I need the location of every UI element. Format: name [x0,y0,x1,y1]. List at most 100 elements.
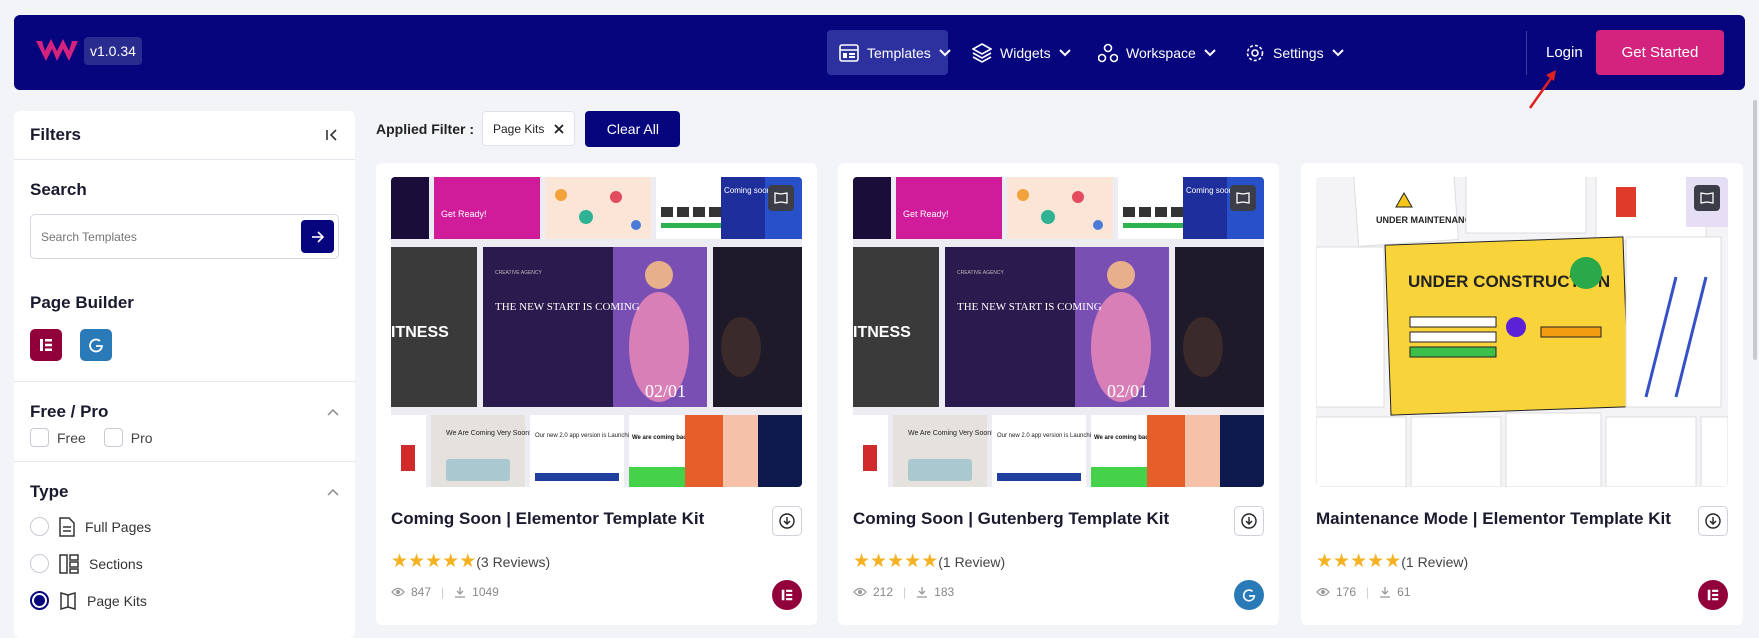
download-button[interactable] [1234,506,1264,536]
template-card[interactable]: Get Ready! Coming soon ITNESS CREATIVE A… [838,163,1279,625]
view-count: 212 [873,585,894,599]
preview-button[interactable] [1230,185,1256,211]
fitness-text: ITNESS [391,324,449,341]
card-stats: 212 | 183 [853,585,954,599]
search-title: Search [30,180,87,199]
collapse-sidebar-icon[interactable] [325,129,339,141]
brand-logo-icon[interactable] [34,35,80,67]
get-ready-text: Get Ready! [903,209,949,219]
free-label: Free [57,429,86,446]
filters-sidebar: Filters Search Page Builder Free / Pro [14,111,355,638]
chevron-up-icon[interactable] [327,488,339,496]
filter-chip-label: Page Kits [493,121,545,136]
pro-checkbox[interactable]: Pro [103,428,153,447]
stats-divider: | [903,585,907,599]
chevron-down-icon [1058,48,1071,56]
template-thumbnail[interactable]: Get Ready! Coming soon ITNESS CREATIVE A… [391,177,802,487]
star-icon: ★ [1350,551,1368,572]
book-icon [1700,192,1714,204]
applied-filter-label: Applied Filter : [376,120,474,137]
review-count[interactable]: (3 Reviews) [476,554,550,570]
free-checkbox-box[interactable] [30,428,49,447]
sections-radio[interactable] [30,554,49,573]
creative-agency-text: CREATIVE AGENCY [957,270,1005,276]
red-arrow-annotation-icon [1528,70,1556,109]
card-stats: 847 | 1049 [391,585,499,599]
search-input[interactable] [41,229,291,244]
type-option-full-pages[interactable]: Full Pages [30,508,339,545]
sections-icon [59,553,79,574]
preview-button[interactable] [1694,185,1720,211]
download-count: 1049 [472,585,499,599]
gutenberg-icon [89,338,103,353]
review-count[interactable]: (1 Review) [1401,554,1468,570]
template-thumbnail[interactable]: UNDER MAINTENANCE UNDER CONSTRUCTION [1316,177,1728,487]
gutenberg-icon [1242,589,1256,602]
type-option-sections[interactable]: Sections [30,545,339,582]
search-submit-button[interactable] [301,220,334,253]
template-title[interactable]: Maintenance Mode | Elementor Template Ki… [1316,509,1671,529]
download-button[interactable] [1698,506,1728,536]
full-pages-radio[interactable] [30,517,49,536]
gear-icon [1246,44,1264,61]
maintenance-preview-icon: UNDER MAINTENANCE UNDER CONSTRUCTION [1316,177,1728,487]
download-icon [1241,513,1257,529]
template-title[interactable]: Coming Soon | Elementor Template Kit [391,509,704,529]
creative-agency-text: CREATIVE AGENCY [495,270,543,276]
get-started-button[interactable]: Get Started [1596,30,1724,75]
version-badge: v1.0.34 [84,37,142,65]
card-stats: 176 | 61 [1316,585,1411,599]
sections-label: Sections [89,555,143,572]
nav-workspace[interactable]: Workspace [1086,30,1228,75]
chevron-up-icon[interactable] [327,408,339,416]
coming-soon-preview-icon: Get Ready! Coming soon ITNESS CREATIVE A… [391,177,802,487]
new-start-text: THE NEW START IS COMING [957,301,1102,313]
eye-icon [1316,587,1330,597]
nav-settings-label: Settings [1273,44,1324,61]
close-icon[interactable] [554,123,565,134]
pro-label: Pro [130,429,153,446]
star-icon: ★ [408,551,426,572]
login-link[interactable]: Login [1546,44,1583,61]
review-count[interactable]: (1 Review) [938,554,1005,570]
star-icon: ★ [1316,551,1334,572]
preview-button[interactable] [768,185,794,211]
elementor-filter-button[interactable] [30,329,62,361]
template-title[interactable]: Coming Soon | Gutenberg Template Kit [853,509,1169,529]
nav-templates[interactable]: Templates [827,30,951,75]
nav-widgets-label: Widgets [1000,44,1051,61]
full-pages-label: Full Pages [85,518,152,535]
we-are-coming-text: We Are Coming Very Soon! [446,430,531,437]
arrow-right-icon [311,230,324,243]
filter-chip-page-kits[interactable]: Page Kits [482,111,576,146]
nav-widgets[interactable]: Widgets [960,30,1083,75]
gutenberg-filter-button[interactable] [80,329,112,361]
date-text: 02/01 [1107,381,1148,401]
star-icon: ★ [442,551,460,572]
template-thumbnail[interactable]: Get Ready! Coming soon ITNESS CREATIVE A… [853,177,1264,487]
template-card[interactable]: UNDER MAINTENANCE UNDER CONSTRUCTION Mai… [1301,163,1743,625]
download-button[interactable] [772,506,802,536]
free-checkbox[interactable]: Free [30,428,86,447]
pro-checkbox-box[interactable] [103,428,123,447]
book-icon [1236,192,1250,204]
elementor-icon [1707,589,1719,601]
free-pro-title: Free / Pro [30,402,109,421]
star-icon: ★ [391,551,409,572]
book-icon [60,591,76,610]
layers-icon [972,42,992,63]
book-icon [774,192,788,204]
clear-all-button[interactable]: Clear All [585,110,681,147]
templates-icon [839,43,859,62]
template-card[interactable]: Get Ready! Coming soon ITNESS CREATIVE A… [376,163,817,625]
nav-settings[interactable]: Settings [1233,30,1356,75]
page-kits-radio[interactable] [30,591,49,610]
filters-title: Filters [30,125,82,144]
get-ready-text: Get Ready! [441,209,487,219]
search-field [30,214,339,259]
page-scrollbar[interactable] [1753,100,1757,360]
star-icon: ★ [1333,551,1351,572]
download-icon [779,513,795,529]
type-option-page-kits[interactable]: Page Kits [30,582,339,619]
elementor-icon [781,589,793,601]
